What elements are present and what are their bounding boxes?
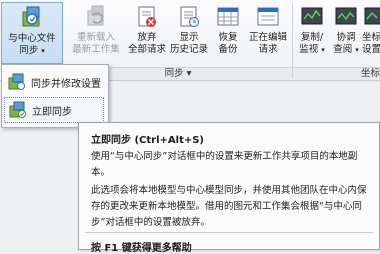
editing-requests-icon [255, 5, 281, 29]
menu-item-sync-and-modify[interactable]: 同步并修改设置 [4, 69, 104, 95]
coordinates-settings-button[interactable]: 坐标 设置 [362, 2, 380, 64]
coordinates-panel-label: 坐标 [293, 67, 380, 80]
reload-latest-icon [83, 5, 109, 29]
tooltip-help-hint: 按 F1 键获得更多帮助 [91, 243, 192, 254]
sync-with-central-label-2: 同步 ▾ [19, 45, 45, 56]
reload-latest-label-2: 最新工作集 [72, 44, 120, 55]
coordinates-label-1: 坐标 [362, 32, 380, 43]
sync-with-central-button[interactable]: 与中心文件 同步 ▾ [1, 2, 63, 64]
tooltip-title: 立即同步 (Ctrl+Alt+S) [91, 135, 205, 146]
coordinates-icon [362, 5, 380, 29]
copy-monitor-label-2: 监视 ▾ [299, 44, 325, 55]
tooltip-details: 此选项会将本地模型与中心模型同步，并使用其他团队在中心内保存的更改来更新本地模型… [91, 185, 367, 228]
restore-backup-label-2: 备份 [218, 44, 238, 55]
tooltip-description: 使用“与中心同步”对话框中的设置来更新工作共享项目的本地副本。 [91, 151, 358, 178]
editing-requests-button[interactable]: 正在编辑 请求 [246, 2, 290, 64]
show-history-label-2: 历史记录 [169, 44, 208, 55]
sync-now-icon [8, 101, 28, 119]
copy-monitor-icon [299, 5, 325, 29]
restore-backup-label-1: 恢复 [218, 32, 238, 43]
copy-monitor-label-1: 复制/ [300, 32, 324, 43]
sync-with-central-label-1: 与中心文件 [8, 33, 56, 44]
sync-dropdown-menu: 同步并修改设置 立即同步 [1, 64, 109, 128]
tooltip-divider [85, 232, 373, 233]
sync-modify-icon [7, 73, 27, 91]
show-history-button[interactable]: 显示 历史记录 [168, 2, 210, 64]
tooltip: 立即同步 (Ctrl+Alt+S) 使用“与中心同步”对话框中的设置来更新工作共… [78, 122, 380, 254]
relinquish-label-2: 全部请求 [127, 44, 166, 55]
coordination-review-icon [333, 5, 359, 29]
reload-latest-button[interactable]: 重新载入 最新工作集 [66, 2, 126, 64]
copy-monitor-button[interactable]: 复制/ 监视 ▾ [294, 2, 330, 64]
sync-central-icon [19, 6, 45, 30]
menu-item-sync-now-label: 立即同步 [32, 106, 72, 118]
relinquish-label-1: 放弃 [137, 32, 157, 43]
relinquish-icon [134, 5, 160, 29]
coordinates-label-2: 设置 [362, 44, 380, 55]
menu-item-sync-and-modify-label: 同步并修改设置 [31, 78, 101, 90]
coordination-review-button[interactable]: 协调 查阅 ▾ [330, 2, 362, 64]
coordination-review-label-1: 协调 [336, 32, 356, 43]
editing-requests-label-2: 请求 [258, 44, 278, 55]
backup-icon [215, 5, 241, 29]
show-history-label-1: 显示 [179, 32, 199, 43]
relinquish-all-button[interactable]: 放弃 全部请求 [126, 2, 168, 64]
editing-requests-label-1: 正在编辑 [248, 32, 287, 43]
history-icon [176, 5, 202, 29]
menu-item-sync-now[interactable]: 立即同步 [4, 97, 104, 123]
reload-latest-label-1: 重新载入 [76, 32, 115, 43]
coordination-review-label-2: 查阅 ▾ [333, 44, 359, 55]
restore-backup-button[interactable]: 恢复 备份 [210, 2, 246, 64]
